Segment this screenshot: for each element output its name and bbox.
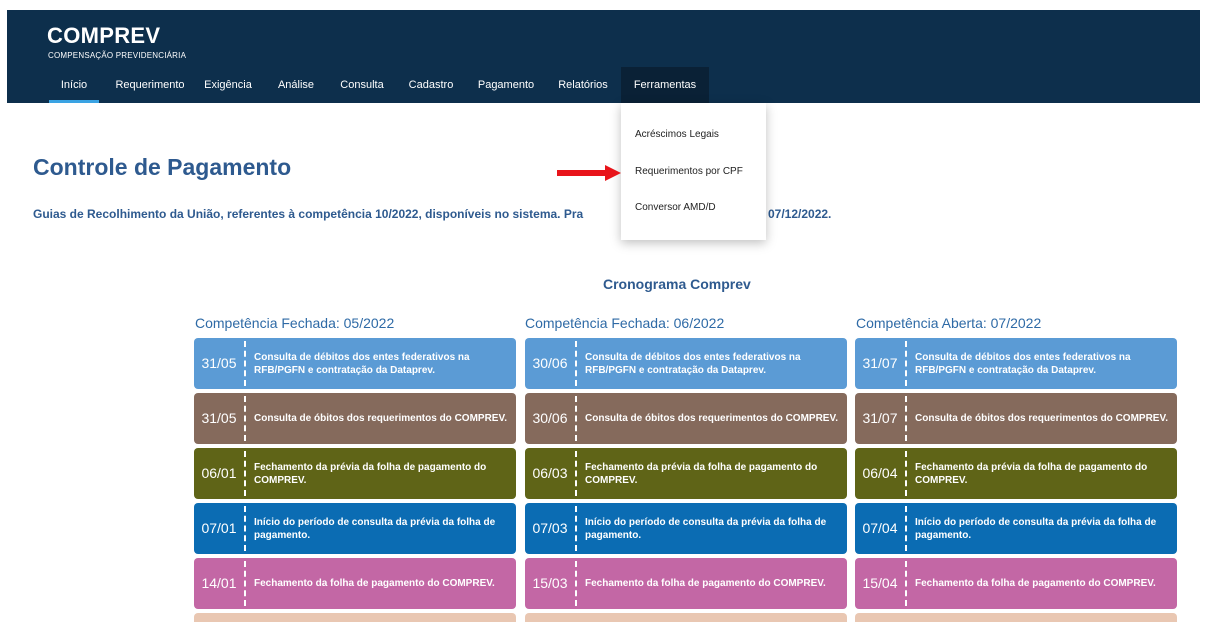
card-description: Início do período de consulta da prévia …	[254, 516, 496, 541]
schedule-card: 15/04 Fechamento da folha de pagamento d…	[855, 558, 1177, 609]
card-description: Consulta de óbitos dos requerimentos do …	[915, 413, 1168, 424]
card-divider	[244, 451, 246, 496]
menu-item-requerimentos-por-cpf[interactable]: Requerimentos por CPF	[635, 166, 743, 177]
card-divider	[905, 561, 907, 606]
nav-item-requerimento[interactable]: Requerimento	[110, 67, 190, 103]
card-date: 31/07	[862, 355, 898, 371]
card-date: 07/01	[201, 520, 237, 536]
schedule-card: 30/06 Consulta de óbitos dos requeriment…	[525, 393, 847, 444]
nav-item-exigencia[interactable]: Exigência	[200, 67, 256, 103]
schedule-card: 06/01 Fechamento da prévia da folha de p…	[194, 448, 516, 499]
schedule-title: Cronograma Comprev	[603, 276, 751, 292]
card-date: 31/05	[201, 410, 237, 426]
card-date: 30/06	[532, 410, 568, 426]
card-description: Consulta de óbitos dos requerimentos do …	[254, 413, 507, 424]
card-date: 15/03	[532, 575, 568, 591]
schedule-card-partial	[525, 613, 847, 622]
card-divider	[905, 341, 907, 386]
card-divider	[905, 396, 907, 441]
nav-item-consulta[interactable]: Consulta	[335, 67, 389, 103]
card-description: Consulta de débitos dos entes federativo…	[915, 351, 1131, 376]
card-description: Fechamento da folha de pagamento do COMP…	[915, 578, 1156, 589]
card-description: Início do período de consulta da prévia …	[585, 516, 827, 541]
card-divider	[575, 396, 577, 441]
column-heading: Competência Aberta: 07/2022	[856, 315, 1042, 331]
card-divider	[575, 341, 577, 386]
card-description: Fechamento da folha de pagamento do COMP…	[254, 578, 495, 589]
notice-date: 07/12/2022.	[768, 207, 832, 221]
app-title[interactable]: COMPREV	[47, 23, 160, 49]
card-date: 30/06	[532, 355, 568, 371]
ferramentas-dropdown-menu: Acréscimos Legais Requerimentos por CPF …	[621, 103, 766, 240]
schedule-card: 07/01 Início do período de consulta da p…	[194, 503, 516, 554]
nav-item-analise[interactable]: Análise	[273, 67, 319, 103]
schedule-card: 31/07 Consulta de débitos dos entes fede…	[855, 338, 1177, 389]
card-divider	[905, 451, 907, 496]
card-description: Início do período de consulta da prévia …	[915, 516, 1157, 541]
schedule-card: 07/03 Início do período de consulta da p…	[525, 503, 847, 554]
app-subtitle: COMPENSAÇÃO PREVIDENCIÁRIA	[48, 51, 187, 60]
card-date: 31/05	[201, 355, 237, 371]
top-header: COMPREV COMPENSAÇÃO PREVIDENCIÁRIA Iníci…	[7, 10, 1200, 103]
red-arrow-icon	[557, 165, 621, 181]
card-date: 31/07	[862, 410, 898, 426]
schedule-card: 31/05 Consulta de óbitos dos requeriment…	[194, 393, 516, 444]
menu-item-acrescimos-legais[interactable]: Acréscimos Legais	[635, 129, 719, 140]
card-date: 06/04	[862, 465, 898, 481]
card-date: 06/01	[201, 465, 237, 481]
card-divider	[575, 561, 577, 606]
nav-item-ferramentas[interactable]: Ferramentas	[621, 67, 709, 103]
schedule-card-partial	[855, 613, 1177, 622]
card-description: Consulta de débitos dos entes federativo…	[254, 351, 470, 376]
card-description: Fechamento da prévia da folha de pagamen…	[915, 461, 1148, 486]
card-divider	[244, 561, 246, 606]
schedule-card: 31/07 Consulta de óbitos dos requeriment…	[855, 393, 1177, 444]
schedule-card: 31/05 Consulta de débitos dos entes fede…	[194, 338, 516, 389]
card-date: 07/03	[532, 520, 568, 536]
card-divider	[905, 506, 907, 551]
column-heading: Competência Fechada: 05/2022	[195, 315, 395, 331]
card-divider	[244, 506, 246, 551]
schedule-card: 14/01 Fechamento da folha de pagamento d…	[194, 558, 516, 609]
card-description: Fechamento da prévia da folha de pagamen…	[585, 461, 818, 486]
schedule-card: 15/03 Fechamento da folha de pagamento d…	[525, 558, 847, 609]
card-description: Consulta de óbitos dos requerimentos do …	[585, 413, 838, 424]
card-description: Consulta de débitos dos entes federativo…	[585, 351, 801, 376]
schedule-card-partial	[194, 613, 516, 622]
notice-text: Guias de Recolhimento da União, referent…	[33, 207, 584, 221]
card-date: 07/04	[862, 520, 898, 536]
schedule-card: 07/04 Início do período de consulta da p…	[855, 503, 1177, 554]
menu-item-conversor-amd-d[interactable]: Conversor AMD/D	[635, 202, 716, 213]
schedule-card: 06/04 Fechamento da prévia da folha de p…	[855, 448, 1177, 499]
column-heading: Competência Fechada: 06/2022	[525, 315, 725, 331]
nav-item-pagamento[interactable]: Pagamento	[473, 67, 539, 103]
card-divider	[244, 396, 246, 441]
card-divider	[244, 341, 246, 386]
nav-item-relatorios[interactable]: Relatórios	[553, 67, 613, 103]
nav-item-inicio[interactable]: Início	[49, 67, 99, 103]
card-date: 06/03	[532, 465, 568, 481]
nav-item-cadastro[interactable]: Cadastro	[403, 67, 459, 103]
schedule-card: 30/06 Consulta de débitos dos entes fede…	[525, 338, 847, 389]
card-divider	[575, 506, 577, 551]
card-date: 14/01	[201, 575, 237, 591]
schedule-card: 06/03 Fechamento da prévia da folha de p…	[525, 448, 847, 499]
card-description: Fechamento da prévia da folha de pagamen…	[254, 461, 487, 486]
card-divider	[575, 451, 577, 496]
page-title: Controle de Pagamento	[33, 154, 292, 180]
card-date: 15/04	[862, 575, 898, 591]
card-description: Fechamento da folha de pagamento do COMP…	[585, 578, 826, 589]
